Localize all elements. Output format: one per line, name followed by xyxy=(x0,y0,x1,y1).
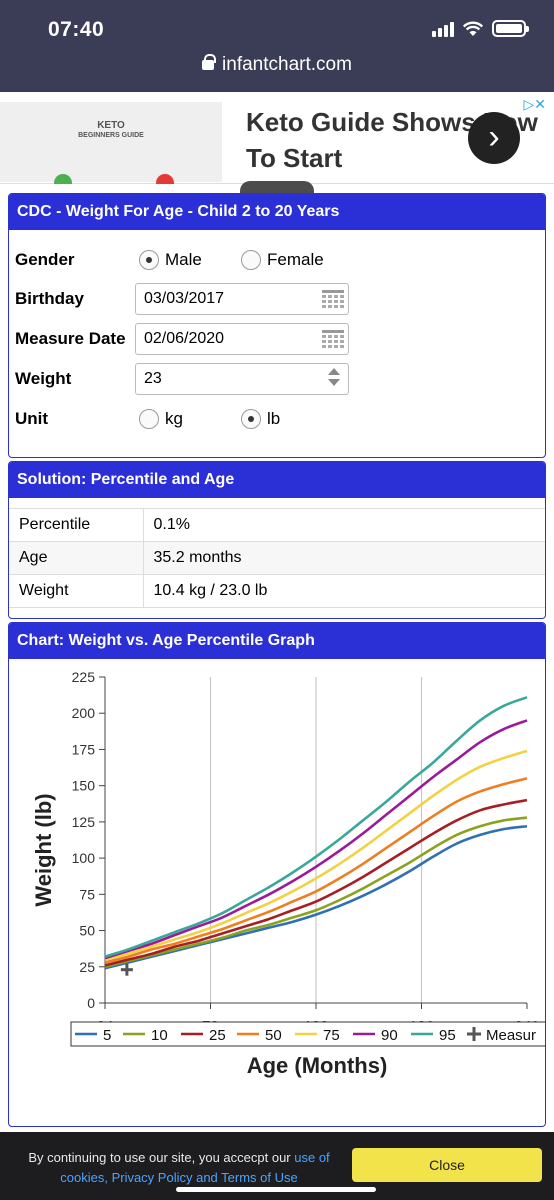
y-tick-label: 175 xyxy=(72,741,96,757)
calendar-icon[interactable] xyxy=(322,330,344,348)
unit-lb-radio[interactable]: lb xyxy=(241,409,280,429)
y-tick-label: 150 xyxy=(72,778,96,794)
chart-measurement xyxy=(120,963,133,976)
solution-value: 35.2 months xyxy=(143,541,545,575)
measure-date-row: Measure Date 02/06/2020 xyxy=(9,323,545,355)
cookie-text: By continuing to use our site, you accec… xyxy=(28,1150,330,1185)
unit-row: Unit kg lb xyxy=(9,403,545,435)
home-indicator xyxy=(176,1187,376,1192)
ad-image-subtitle: BEGINNERS GUIDE xyxy=(78,132,144,139)
ad-next-arrow-icon[interactable]: › xyxy=(468,112,520,164)
y-tick-label: 225 xyxy=(72,669,96,685)
y-tick-label: 100 xyxy=(72,850,96,866)
y-tick-label: 75 xyxy=(79,886,95,902)
unit-kg-radio[interactable]: kg xyxy=(139,409,183,429)
gender-row: Gender Male Female xyxy=(9,244,545,276)
weight-label: Weight xyxy=(15,369,72,388)
legend-label: 75 xyxy=(323,1027,340,1044)
legend-label: 10 xyxy=(151,1027,168,1044)
calculator-panel: CDC - Weight For Age - Child 2 to 20 Yea… xyxy=(8,193,546,458)
solution-title: Solution: Percentile and Age xyxy=(9,462,545,498)
measure-date-input[interactable]: 02/06/2020 xyxy=(135,323,349,355)
y-tick-label: 0 xyxy=(87,995,95,1011)
ad-image-title: KETO xyxy=(97,120,125,131)
y-tick-label: 200 xyxy=(72,705,96,721)
lock-icon xyxy=(202,54,217,70)
check-icon xyxy=(54,174,72,184)
chart-title: Chart: Weight vs. Age Percentile Graph xyxy=(9,623,545,659)
legend-label: 90 xyxy=(381,1027,398,1044)
calculator-title: CDC - Weight For Age - Child 2 to 20 Yea… xyxy=(9,194,545,230)
legend-label: 5 xyxy=(103,1027,111,1044)
signal-icon xyxy=(432,21,454,37)
url-text: infantchart.com xyxy=(222,54,352,75)
calendar-icon[interactable] xyxy=(322,290,344,308)
unit-label: Unit xyxy=(15,409,49,428)
x-axis-label: Age (Months) xyxy=(247,1053,388,1078)
solution-table: Percentile 0.1% Age 35.2 months Weight 1… xyxy=(9,508,545,608)
weight-row: Weight 23 xyxy=(9,363,545,395)
solution-value: 0.1% xyxy=(143,508,545,542)
y-tick-label: 25 xyxy=(79,959,95,975)
status-time: 07:40 xyxy=(48,18,105,41)
solution-label: Age xyxy=(9,541,144,575)
measure-date-label: Measure Date xyxy=(15,329,126,348)
weight-input[interactable]: 23 xyxy=(135,363,349,395)
chart-grid xyxy=(209,677,423,1003)
gender-label: Gender xyxy=(15,250,75,269)
wifi-icon xyxy=(462,21,484,36)
percentile-chart: 02550751001251501752002252478132186240 A… xyxy=(31,669,545,1078)
chart-panel: Chart: Weight vs. Age Percentile Graph 0… xyxy=(8,622,546,1127)
table-row: Weight 10.4 kg / 23.0 lb xyxy=(9,574,545,608)
address-bar[interactable]: infantchart.com xyxy=(0,54,554,76)
birthday-input[interactable]: 03/03/2017 xyxy=(135,283,349,315)
table-row: Age 35.2 months xyxy=(9,541,545,575)
gender-female-radio[interactable]: Female xyxy=(241,250,324,270)
radio-selected-icon[interactable] xyxy=(139,250,159,270)
solution-panel: Solution: Percentile and Age Percentile … xyxy=(8,461,546,619)
stepper-icon[interactable] xyxy=(328,368,340,390)
solution-label: Weight xyxy=(9,574,144,608)
legend-label: 95 xyxy=(439,1027,456,1044)
legend-label: Measur xyxy=(486,1027,536,1044)
browser-header: 07:40 infantchart.com xyxy=(0,0,554,92)
chart-axes: 02550751001251501752002252478132186240 xyxy=(72,669,540,1035)
birthday-label: Birthday xyxy=(15,289,84,308)
radio-unselected-icon[interactable] xyxy=(241,250,261,270)
battery-icon xyxy=(492,20,529,37)
chart-legend: 5 10 25 50 75 90 95 Measur xyxy=(70,1021,545,1047)
cross-icon xyxy=(156,174,174,184)
birthday-row: Birthday 03/03/2017 xyxy=(9,283,545,315)
y-tick-label: 50 xyxy=(79,923,95,939)
solution-value: 10.4 kg / 23.0 lb xyxy=(143,574,545,608)
radio-selected-icon[interactable] xyxy=(241,409,261,429)
radio-unselected-icon[interactable] xyxy=(139,409,159,429)
ad-image[interactable]: KETO BEGINNERS GUIDE xyxy=(0,102,222,184)
y-tick-label: 125 xyxy=(72,814,96,830)
legend-label: 25 xyxy=(209,1027,226,1044)
solution-label: Percentile xyxy=(9,508,144,542)
ad-choices-icon[interactable]: ▷✕ xyxy=(524,96,547,113)
gender-male-radio[interactable]: Male xyxy=(139,250,202,270)
cookie-close-button[interactable]: Close xyxy=(352,1148,542,1182)
legend-label: 50 xyxy=(265,1027,282,1044)
status-icons xyxy=(432,20,529,37)
y-axis-label: Weight (lb) xyxy=(31,793,56,906)
table-row: Percentile 0.1% xyxy=(9,508,545,542)
